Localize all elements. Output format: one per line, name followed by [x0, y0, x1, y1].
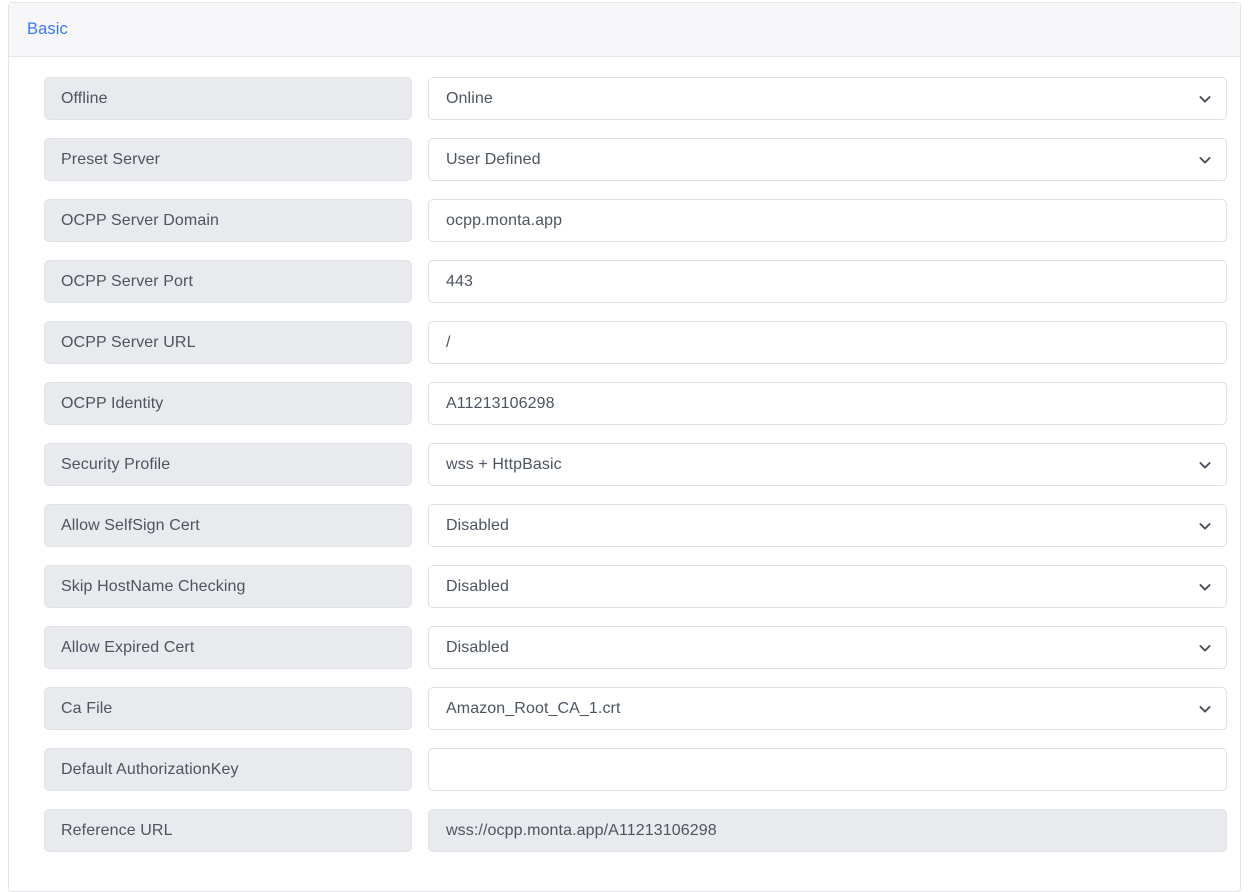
field-label-allow-expired-cert: Allow Expired Cert: [44, 626, 412, 669]
field-label-security-profile: Security Profile: [44, 443, 412, 486]
form-row: Skip HostName Checking Disabled: [9, 565, 1240, 626]
field-value-reference-url: wss://ocpp.monta.app/A11213106298: [446, 821, 717, 839]
input-reference-url: wss://ocpp.monta.app/A11213106298: [428, 809, 1227, 852]
field-label-ca-file: Ca File: [44, 687, 412, 730]
field-value-ocpp-server-url: /: [446, 333, 451, 351]
form-row: Preset Server User Defined: [9, 138, 1240, 199]
screenshot-root: Basic Offline Online Preset Server User Def…: [0, 0, 1249, 892]
form-row: Offline Online: [9, 77, 1240, 138]
input-ocpp-identity[interactable]: A11213106298: [428, 382, 1227, 425]
card-header: Basic: [9, 3, 1240, 57]
form-row: Security Profile wss + HttpBasic: [9, 443, 1240, 504]
select-preset-server[interactable]: User Defined: [428, 138, 1227, 181]
field-label-skip-hostname-checking: Skip HostName Checking: [44, 565, 412, 608]
form-row: Allow Expired Cert Disabled: [9, 626, 1240, 687]
select-allow-selfsign-cert[interactable]: Disabled: [428, 504, 1227, 547]
field-value-ca-file: Amazon_Root_CA_1.crt: [446, 699, 621, 717]
field-label-allow-selfsign-cert: Allow SelfSign Cert: [44, 504, 412, 547]
field-label-offline: Offline: [44, 77, 412, 120]
select-security-profile[interactable]: wss + HttpBasic: [428, 443, 1227, 486]
form-row: Default AuthorizationKey: [9, 748, 1240, 809]
field-label-ocpp-server-url: OCPP Server URL: [44, 321, 412, 364]
field-label-ocpp-server-domain: OCPP Server Domain: [44, 199, 412, 242]
chevron-down-icon: [1198, 153, 1212, 167]
form-row: OCPP Server URL /: [9, 321, 1240, 382]
select-skip-hostname-checking[interactable]: Disabled: [428, 565, 1227, 608]
field-label-preset-server: Preset Server: [44, 138, 412, 181]
select-allow-expired-cert[interactable]: Disabled: [428, 626, 1227, 669]
field-value-ocpp-server-domain: ocpp.monta.app: [446, 211, 563, 229]
field-value-skip-hostname-checking: Disabled: [446, 577, 510, 595]
tab-basic[interactable]: Basic: [27, 20, 68, 39]
settings-form: Offline Online Preset Server User Defined OC…: [9, 57, 1240, 870]
field-label-default-authorizationkey: Default AuthorizationKey: [44, 748, 412, 791]
field-value-preset-server: User Defined: [446, 150, 541, 168]
field-label-ocpp-identity: OCPP Identity: [44, 382, 412, 425]
chevron-down-icon: [1198, 458, 1212, 472]
field-value-ocpp-server-port: 443: [446, 272, 473, 290]
input-ocpp-server-domain[interactable]: ocpp.monta.app: [428, 199, 1227, 242]
field-value-ocpp-identity: A11213106298: [446, 394, 555, 412]
chevron-down-icon: [1198, 92, 1212, 106]
field-label-ocpp-server-port: OCPP Server Port: [44, 260, 412, 303]
form-row: OCPP Identity A11213106298: [9, 382, 1240, 443]
field-label-reference-url: Reference URL: [44, 809, 412, 852]
basic-settings-card: Basic Offline Online Preset Server User Def…: [8, 2, 1241, 892]
chevron-down-icon: [1198, 641, 1212, 655]
field-value-security-profile: wss + HttpBasic: [446, 455, 562, 473]
field-value-allow-selfsign-cert: Disabled: [446, 516, 510, 534]
select-offline[interactable]: Online: [428, 77, 1227, 120]
select-ca-file[interactable]: Amazon_Root_CA_1.crt: [428, 687, 1227, 730]
form-row: OCPP Server Domain ocpp.monta.app: [9, 199, 1240, 260]
input-ocpp-server-port[interactable]: 443: [428, 260, 1227, 303]
field-value-allow-expired-cert: Disabled: [446, 638, 510, 656]
input-ocpp-server-url[interactable]: /: [428, 321, 1227, 364]
chevron-down-icon: [1198, 519, 1212, 533]
chevron-down-icon: [1198, 702, 1212, 716]
field-value-offline: Online: [446, 89, 493, 107]
form-row: Reference URL wss://ocpp.monta.app/A11213…: [9, 809, 1240, 870]
form-row: Ca File Amazon_Root_CA_1.crt: [9, 687, 1240, 748]
input-default-authorizationkey[interactable]: [428, 748, 1227, 791]
form-row: OCPP Server Port 443: [9, 260, 1240, 321]
chevron-down-icon: [1198, 580, 1212, 594]
form-row: Allow SelfSign Cert Disabled: [9, 504, 1240, 565]
